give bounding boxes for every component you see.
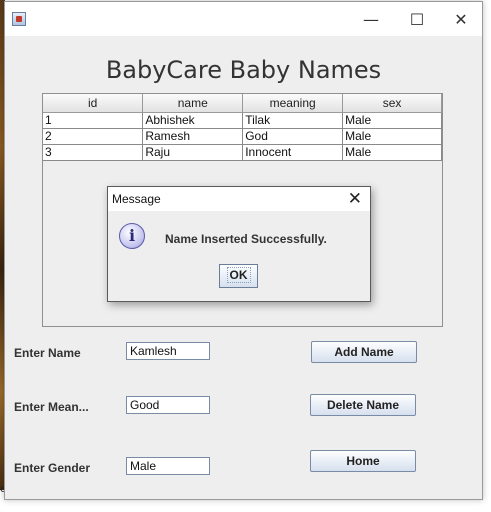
ok-button[interactable]: OK bbox=[219, 264, 258, 288]
cell-meaning[interactable]: Tilak bbox=[242, 112, 344, 129]
cell-meaning[interactable]: God bbox=[242, 128, 344, 145]
names-table[interactable]: id name meaning sex 1 Abhishek Tilak Mal… bbox=[43, 94, 442, 161]
add-name-button[interactable]: Add Name bbox=[311, 341, 417, 363]
gender-label: Enter Gender bbox=[14, 461, 91, 475]
home-button[interactable]: Home bbox=[310, 450, 416, 472]
table-header-row: id name meaning sex bbox=[43, 94, 442, 113]
cell-id[interactable]: 1 bbox=[43, 112, 144, 129]
cell-sex[interactable]: Male bbox=[342, 144, 442, 161]
column-header-sex[interactable]: sex bbox=[342, 94, 442, 113]
dialog-title: Message bbox=[112, 192, 161, 206]
table-row[interactable]: 1 Abhishek Tilak Male bbox=[43, 112, 442, 129]
cell-name[interactable]: Raju bbox=[142, 144, 244, 161]
message-dialog: Message ✕ i Name Inserted Successfully. … bbox=[107, 186, 371, 302]
name-label: Enter Name bbox=[14, 346, 81, 360]
cell-id[interactable]: 2 bbox=[43, 128, 144, 145]
cell-sex[interactable]: Male bbox=[342, 112, 442, 129]
close-window-button[interactable]: ✕ bbox=[439, 7, 483, 31]
meaning-input[interactable]: Good bbox=[126, 396, 210, 414]
dialog-close-icon[interactable]: ✕ bbox=[348, 189, 362, 209]
column-header-name[interactable]: name bbox=[142, 94, 244, 113]
minimize-button[interactable]: — bbox=[349, 7, 393, 31]
ok-button-label: OK bbox=[226, 267, 251, 283]
column-header-meaning[interactable]: meaning bbox=[242, 94, 344, 113]
title-bar[interactable]: — ☐ ✕ bbox=[5, 2, 482, 36]
maximize-button[interactable]: ☐ bbox=[395, 7, 439, 31]
table-row[interactable]: 2 Ramesh God Male bbox=[43, 128, 442, 145]
delete-name-button[interactable]: Delete Name bbox=[310, 394, 416, 416]
info-icon: i bbox=[119, 223, 145, 249]
gender-input[interactable]: Male bbox=[126, 457, 210, 475]
cell-meaning[interactable]: Innocent bbox=[242, 144, 344, 161]
dialog-message: Name Inserted Successfully. bbox=[165, 232, 327, 246]
dialog-title-bar[interactable]: Message ✕ bbox=[108, 187, 370, 211]
table-row[interactable]: 3 Raju Innocent Male bbox=[43, 144, 442, 161]
name-input[interactable]: Kamlesh bbox=[126, 342, 210, 360]
java-app-icon bbox=[12, 12, 26, 26]
cell-name[interactable]: Ramesh bbox=[142, 128, 244, 145]
page-title: BabyCare Baby Names bbox=[105, 56, 382, 84]
cell-sex[interactable]: Male bbox=[342, 128, 442, 145]
column-header-id[interactable]: id bbox=[43, 94, 144, 113]
cell-name[interactable]: Abhishek bbox=[142, 112, 244, 129]
cell-id[interactable]: 3 bbox=[43, 144, 144, 161]
meaning-label: Enter Mean... bbox=[14, 400, 89, 414]
